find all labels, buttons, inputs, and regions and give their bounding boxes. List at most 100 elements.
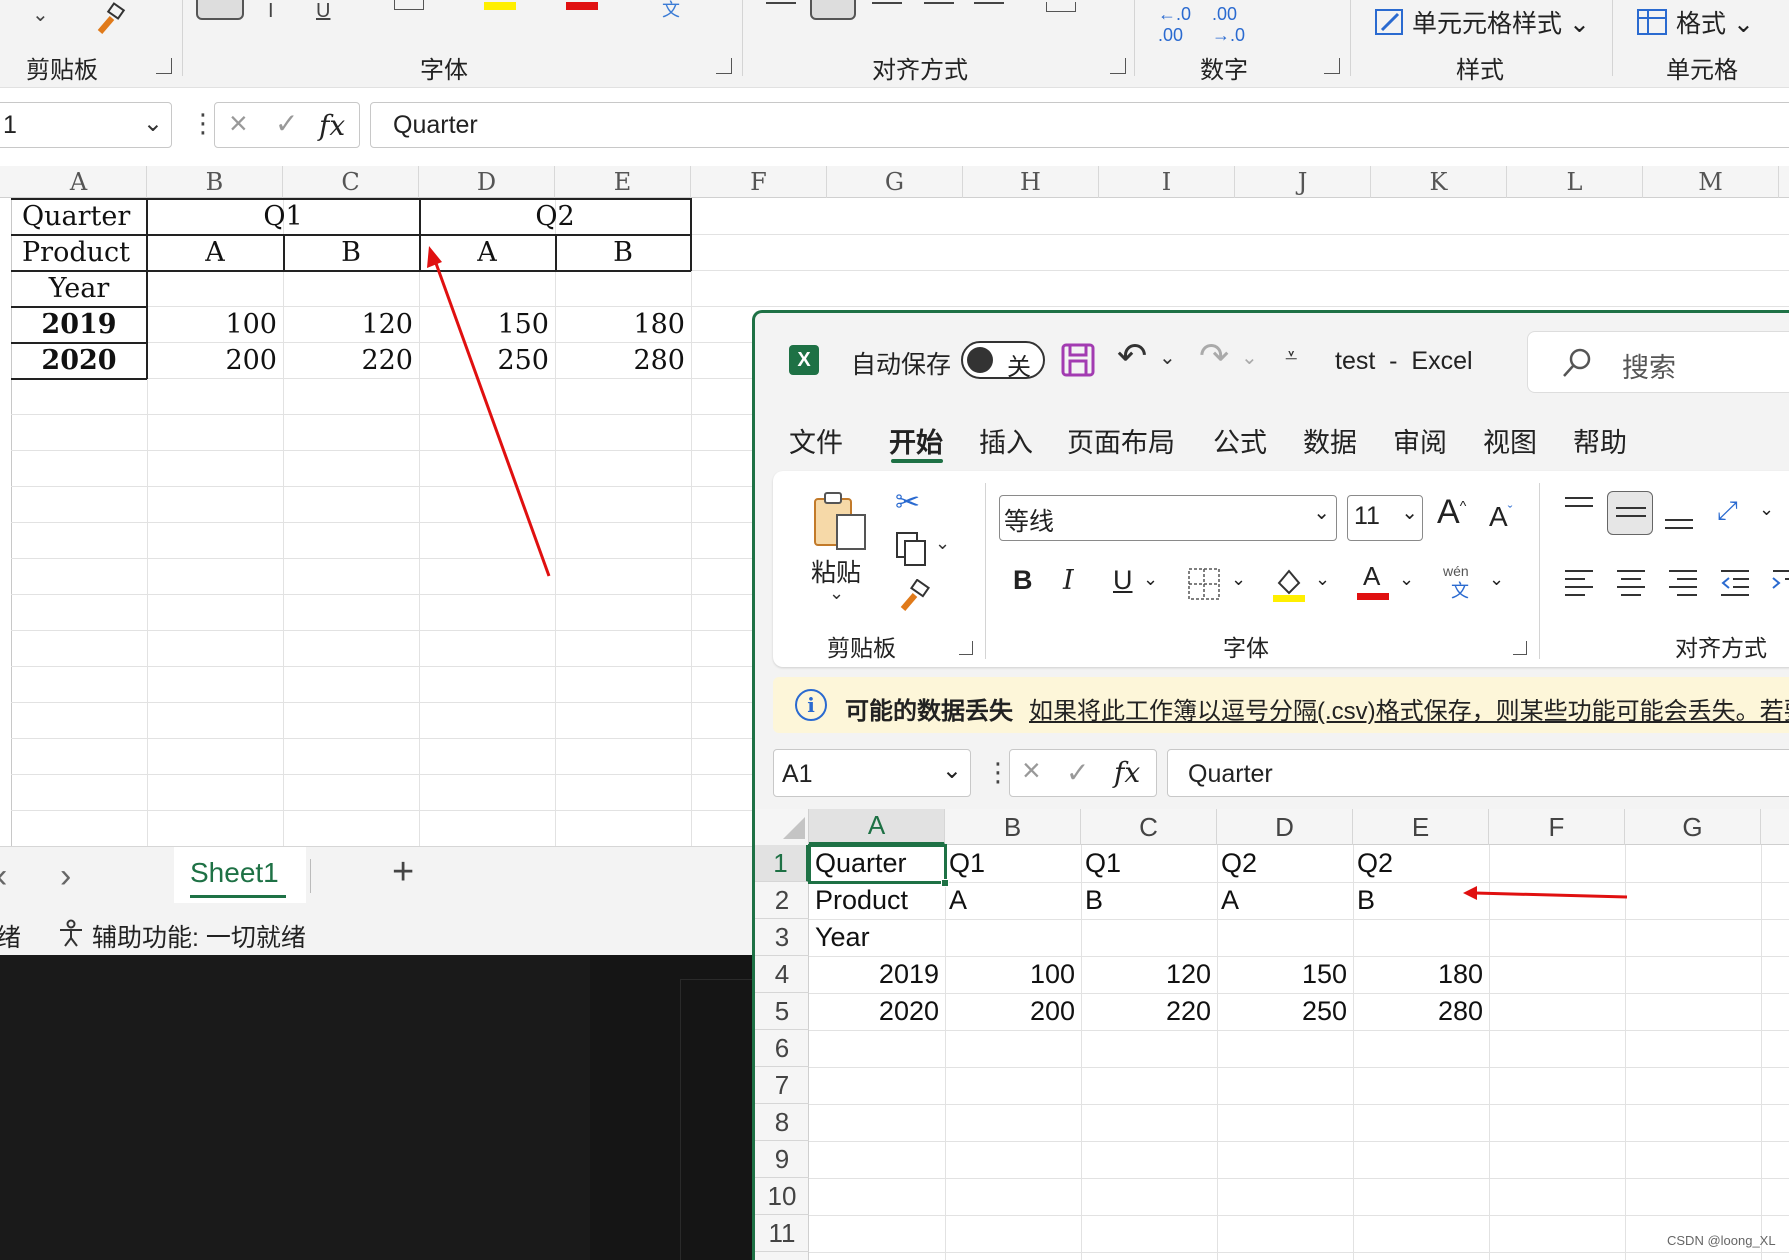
chevron-down-icon[interactable]: ⌄ [1759,499,1774,520]
row-header[interactable]: 10 [755,1178,809,1215]
borders-icon[interactable] [1187,567,1221,601]
chevron-down-icon[interactable]: ⌄ [829,583,844,604]
cell-e4[interactable]: 180 [1353,956,1483,993]
tab-insert[interactable]: 插入 [979,421,1033,460]
align-right-icon[interactable] [1667,567,1699,597]
customize-toolbar-icon[interactable]: ⩡ [1285,343,1297,369]
cell-b4[interactable]: 100 [945,956,1075,993]
confirm-icon[interactable]: ✓ [1066,756,1089,789]
cell-c4[interactable]: 120 [1081,956,1211,993]
tab-view[interactable]: 视图 [1483,421,1537,460]
column-header[interactable]: E [1353,809,1489,845]
row-header[interactable]: 9 [755,1141,809,1178]
save-icon[interactable] [1061,343,1095,377]
align-middle-button[interactable] [1607,491,1653,535]
cell-a2[interactable]: Product [815,882,908,919]
row-header[interactable]: 1 [755,845,809,882]
redo-icon[interactable]: ↷ [1199,335,1229,377]
cancel-icon[interactable]: × [1022,752,1041,789]
cell-b1[interactable]: Q1 [949,845,985,882]
tab-page-layout[interactable]: 页面布局 [1067,421,1175,460]
cell-a1[interactable]: Quarter [815,845,907,882]
row-header[interactable]: 2 [755,882,809,919]
chevron-down-icon[interactable]: ⌄ [1399,569,1414,590]
undo-icon[interactable]: ↶ [1117,335,1147,377]
chevron-down-icon[interactable]: ⌄ [935,533,950,554]
row-header[interactable]: 5 [755,993,809,1030]
search-box[interactable]: 搜索 [1527,331,1789,393]
orientation-icon[interactable]: ⤢ [1717,495,1738,527]
column-header[interactable]: F [1489,809,1625,845]
cell-c2[interactable]: B [1085,882,1103,919]
more-options-icon[interactable]: ⋮ [985,757,1011,788]
row-header[interactable]: 8 [755,1104,809,1141]
cell-a3[interactable]: Year [815,919,870,956]
format-painter-icon[interactable] [897,579,933,615]
row-header[interactable]: 4 [755,956,809,993]
column-header[interactable]: B [945,809,1081,845]
column-header[interactable]: G [1625,809,1761,845]
chevron-down-icon[interactable]: ⌄ [1231,569,1246,590]
increase-indent-icon[interactable] [1771,567,1789,597]
name-box[interactable]: A1 ⌄ [773,749,971,797]
cell-b2[interactable]: A [949,882,967,919]
chevron-down-icon[interactable]: ⌄ [1315,569,1330,590]
cell-d4[interactable]: 150 [1217,956,1347,993]
tab-formulas[interactable]: 公式 [1213,421,1267,460]
cell-e1[interactable]: Q2 [1357,845,1393,882]
tab-data[interactable]: 数据 [1303,421,1357,460]
align-bottom-icon[interactable] [1663,507,1695,531]
row-header[interactable]: 3 [755,919,809,956]
cell-d1[interactable]: Q2 [1221,845,1257,882]
cell-d5[interactable]: 250 [1217,993,1347,1030]
font-name-dropdown[interactable]: 等线 ⌄ [999,495,1337,541]
align-top-icon[interactable] [1563,495,1595,519]
copy-icon[interactable] [895,531,927,567]
underline-button[interactable]: U [1113,565,1133,596]
cell-a4[interactable]: 2019 [809,956,939,993]
shrink-font-icon[interactable]: Aˇ [1489,501,1512,533]
tab-home[interactable]: 开始 [889,421,943,460]
chevron-down-icon[interactable]: ⌄ [1241,345,1258,370]
column-header[interactable]: C [1081,809,1217,845]
row-header[interactable]: 6 [755,1030,809,1067]
formula-input[interactable]: Quarter [1167,749,1789,797]
fill-color-icon[interactable] [1271,565,1307,603]
cell-e5[interactable]: 280 [1353,993,1483,1030]
paste-icon[interactable] [811,489,871,553]
tab-file[interactable]: 文件 [789,421,843,460]
row-header[interactable]: 11 [755,1215,809,1252]
insert-function-icon[interactable]: fx [1114,756,1140,789]
column-header[interactable]: A [809,809,945,845]
row-header[interactable]: 7 [755,1067,809,1104]
decrease-indent-icon[interactable] [1719,567,1751,597]
cell-e2[interactable]: B [1357,882,1375,919]
dialog-launcher-icon[interactable] [1513,641,1527,655]
dialog-launcher-icon[interactable] [959,641,973,655]
tab-review[interactable]: 审阅 [1393,421,1447,460]
grow-font-icon[interactable]: A^ [1437,493,1466,532]
chevron-down-icon[interactable]: ⌄ [942,756,962,785]
bold-button[interactable]: B [1013,565,1033,596]
chevron-down-icon[interactable]: ⌄ [1159,345,1176,370]
info-message-link[interactable]: 如果将此工作簿以逗号分隔(.csv)格式保存，则某些功能可能会丢失。若要 [1029,691,1789,726]
fill-handle[interactable] [941,879,949,887]
cell-b5[interactable]: 200 [945,993,1075,1030]
select-all-icon[interactable] [783,817,805,839]
cut-icon[interactable]: ✂ [895,485,920,520]
cell-a5[interactable]: 2020 [809,993,939,1030]
column-header[interactable]: D [1217,809,1353,845]
chevron-down-icon[interactable]: ⌄ [1489,569,1504,590]
font-color-icon[interactable]: A [1355,561,1391,603]
cell-c1[interactable]: Q1 [1085,845,1121,882]
chevron-down-icon[interactable]: ⌄ [1143,569,1158,590]
italic-button[interactable]: I [1063,565,1074,596]
font-size-dropdown[interactable]: 11 ⌄ [1347,495,1423,541]
align-center-icon[interactable] [1615,567,1647,597]
tab-help[interactable]: 帮助 [1573,421,1627,460]
autosave-toggle[interactable]: 关 [961,341,1045,381]
cell-d2[interactable]: A [1221,882,1239,919]
align-left-icon[interactable] [1563,567,1595,597]
cell-c5[interactable]: 220 [1081,993,1211,1030]
phonetic-guide-icon[interactable]: wén 文 [1443,563,1479,603]
